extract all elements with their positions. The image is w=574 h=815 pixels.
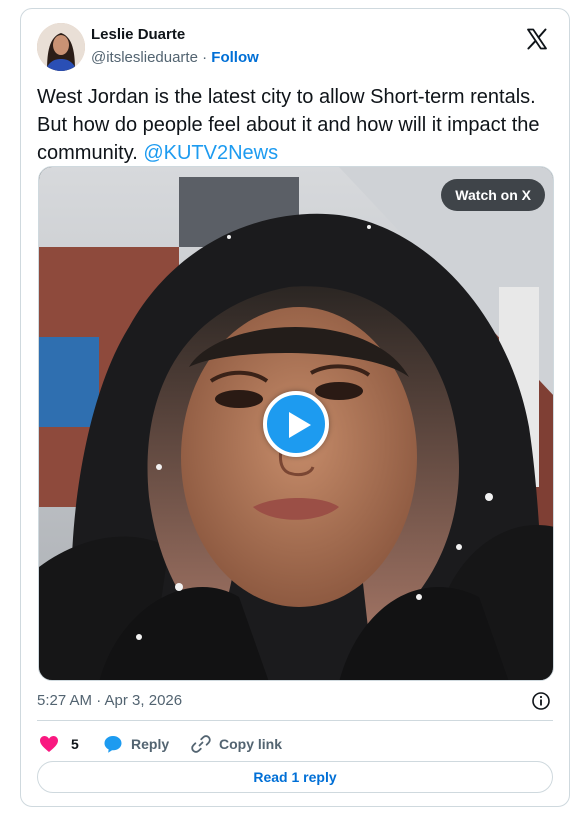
post-header: Leslie Duarte @itslesliedu​arte · Follow xyxy=(37,21,553,73)
mention-link[interactable]: @KUTV2News xyxy=(143,142,278,164)
copy-link-button[interactable]: Copy link xyxy=(191,729,282,759)
author-info: Leslie Duarte @itslesliedu​arte · Follow xyxy=(91,25,259,68)
reply-bubble-icon xyxy=(104,736,122,753)
copy-link-label: Copy link xyxy=(219,736,283,752)
action-bar: 5 Reply Copy link xyxy=(37,729,553,759)
read-replies-button[interactable]: Read 1 reply xyxy=(37,761,553,793)
play-button[interactable] xyxy=(263,391,329,457)
reply-label: Reply xyxy=(131,736,170,752)
divider xyxy=(37,720,553,721)
follow-button[interactable]: Follow xyxy=(211,49,259,66)
video-media[interactable]: Watch on X xyxy=(38,166,554,681)
author-display-name[interactable]: Leslie Duarte xyxy=(91,25,259,45)
info-icon[interactable] xyxy=(531,691,551,711)
like-button[interactable]: 5 xyxy=(39,729,79,759)
heart-icon xyxy=(40,736,58,752)
post-meta: 5:27 AM · Apr 3, 2026 xyxy=(37,689,553,713)
avatar[interactable] xyxy=(37,23,85,71)
post-timestamp[interactable]: 5:27 AM · Apr 3, 2026 xyxy=(37,692,182,709)
x-logo-icon[interactable] xyxy=(525,27,549,51)
link-icon xyxy=(191,735,211,753)
like-count: 5 xyxy=(71,736,79,752)
post-body: West Jordan is the latest city to allow … xyxy=(37,86,540,164)
author-handle-line: @itslesliedu​arte · Follow xyxy=(91,48,259,68)
watch-on-x-button[interactable]: Watch on X xyxy=(441,179,545,211)
embedded-post-card: Leslie Duarte @itslesliedu​arte · Follow… xyxy=(20,8,570,807)
post-text: West Jordan is the latest city to allow … xyxy=(37,83,555,167)
handle-separator: · xyxy=(197,49,212,66)
play-icon xyxy=(289,412,311,438)
reply-button[interactable]: Reply xyxy=(103,729,169,759)
author-handle[interactable]: @itslesliedu​arte xyxy=(91,49,198,66)
